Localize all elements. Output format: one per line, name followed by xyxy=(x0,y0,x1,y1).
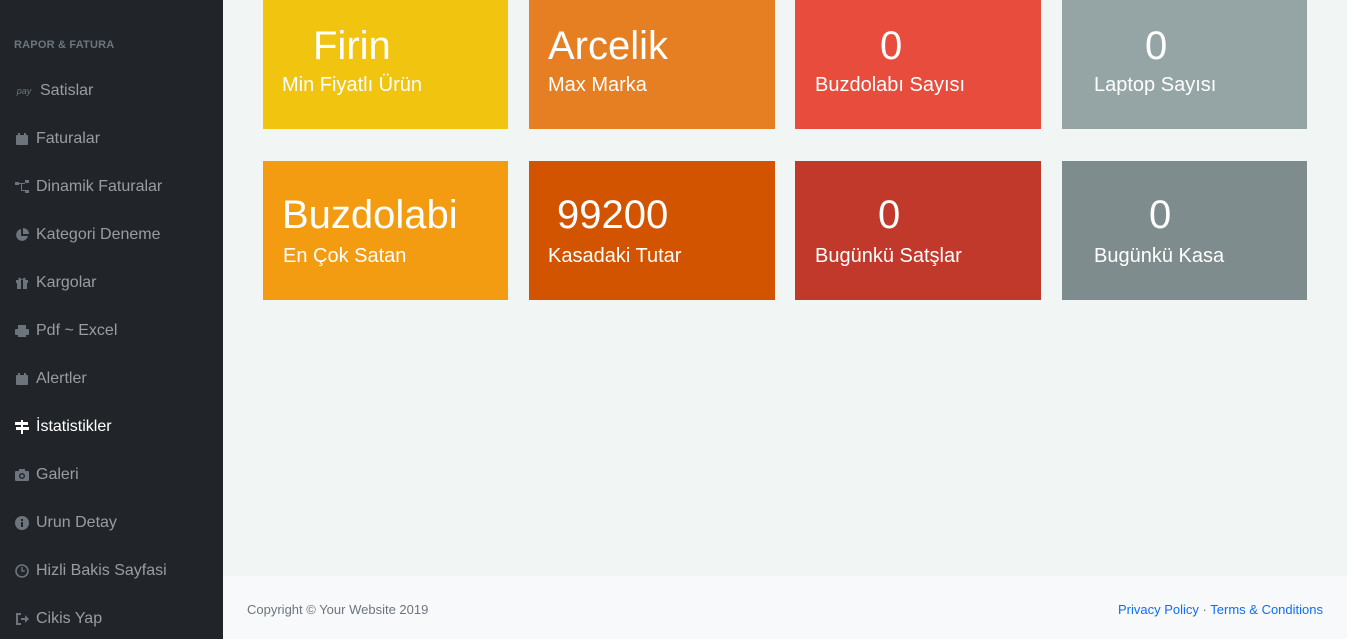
sidebar-item-label: İstatistikler xyxy=(36,418,112,435)
stat-card-buzdolabi-sayisi: 0 Buzdolabı Sayısı xyxy=(795,0,1041,129)
stat-label: Bugünkü Kasa xyxy=(1094,245,1225,267)
stat-label: Buzdolabı Sayısı xyxy=(815,74,966,96)
signs-icon xyxy=(14,419,30,435)
stat-card-en-cok-satan: Buzdolabi En Çok Satan xyxy=(263,161,508,300)
pie-chart-icon xyxy=(14,227,30,243)
sidebar-item-label: Dinamik Faturalar xyxy=(36,178,163,195)
stat-value: Firin xyxy=(313,24,391,68)
stat-value: 0 xyxy=(878,193,901,237)
sidebar-item-dinamik-faturalar[interactable]: Dinamik Faturalar xyxy=(0,167,223,207)
print-icon xyxy=(14,323,30,339)
sidebar-item-label: Kategori Deneme xyxy=(36,226,161,243)
sidebar-item-label: Hizli Bakis Sayfasi xyxy=(36,562,167,579)
stat-card-bugunku-satislar: 0 Bugünkü Satşlar xyxy=(795,161,1041,300)
stat-value: 0 xyxy=(880,24,903,68)
stat-label: En Çok Satan xyxy=(283,245,407,267)
sidebar: RAPOR & FATURA pay Satislar Faturalar Di… xyxy=(0,0,223,639)
sidebar-item-istatistikler[interactable]: İstatistikler xyxy=(0,407,223,447)
footer-links: Privacy Policy · Terms & Conditions xyxy=(1118,602,1323,617)
privacy-policy-link[interactable]: Privacy Policy xyxy=(1118,602,1199,617)
stat-value: 0 xyxy=(1145,24,1168,68)
sidebar-item-kategori-deneme[interactable]: Kategori Deneme xyxy=(0,215,223,255)
stat-label: Bugünkü Satşlar xyxy=(815,245,962,267)
stat-card-max-marka: Arcelik Max Marka xyxy=(529,0,775,129)
clock-icon xyxy=(14,563,30,579)
sidebar-item-hizli-bakis[interactable]: Hizli Bakis Sayfasi xyxy=(0,551,223,591)
sidebar-item-label: Kargolar xyxy=(36,274,97,291)
stat-card-bugunku-kasa: 0 Bugünkü Kasa xyxy=(1062,161,1307,300)
sidebar-item-faturalar[interactable]: Faturalar xyxy=(0,119,223,159)
sidebar-item-label: Urun Detay xyxy=(36,514,117,531)
sidebar-item-satislar[interactable]: pay Satislar xyxy=(0,71,223,111)
copyright-text: Copyright © Your Website 2019 xyxy=(247,602,429,617)
sidebar-item-galeri[interactable]: Galeri xyxy=(0,455,223,495)
camera-icon xyxy=(14,467,30,483)
amazon-pay-icon: pay xyxy=(16,86,32,96)
stat-value: 0 xyxy=(1149,193,1172,237)
stat-card-laptop-sayisi: 0 Laptop Sayısı xyxy=(1062,0,1307,129)
footer-separator: · xyxy=(1202,602,1207,617)
sidebar-item-label: Satislar xyxy=(40,82,94,99)
footer: Copyright © Your Website 2019 Privacy Po… xyxy=(223,576,1347,639)
stat-value: Buzdolabi xyxy=(282,193,458,237)
info-circle-icon xyxy=(14,515,30,531)
sidebar-item-label: Alertler xyxy=(36,370,87,387)
stat-label: Min Fiyatlı Ürün xyxy=(282,74,423,96)
sidebar-item-label: Cikis Yap xyxy=(36,610,103,627)
stat-value: 99200 xyxy=(557,193,669,237)
stat-label: Laptop Sayısı xyxy=(1094,74,1217,96)
calendar-icon xyxy=(14,131,30,147)
calendar-icon xyxy=(14,371,30,387)
sidebar-item-cikis-yap[interactable]: Cikis Yap xyxy=(0,599,223,639)
sidebar-item-label: Pdf ~ Excel xyxy=(36,322,118,339)
stat-card-min-fiyatli-urun: Firin Min Fiyatlı Ürün xyxy=(263,0,508,129)
sidebar-item-alertler[interactable]: Alertler xyxy=(0,359,223,399)
terms-conditions-link[interactable]: Terms & Conditions xyxy=(1210,602,1323,617)
sidebar-item-urun-detay[interactable]: Urun Detay xyxy=(0,503,223,543)
sidebar-item-kargolar[interactable]: Kargolar xyxy=(0,263,223,303)
stat-card-kasadaki-tutar: 99200 Kasadaki Tutar xyxy=(529,161,775,300)
gift-icon xyxy=(14,275,30,291)
stat-label: Kasadaki Tutar xyxy=(548,245,682,267)
stat-label: Max Marka xyxy=(548,74,647,96)
sidebar-item-label: Galeri xyxy=(36,466,79,483)
sign-out-icon xyxy=(14,611,30,627)
sidebar-item-pdf-excel[interactable]: Pdf ~ Excel xyxy=(0,311,223,351)
sidebar-heading: RAPOR & FATURA xyxy=(14,39,115,51)
sitemap-icon xyxy=(14,179,30,195)
stat-value: Arcelik xyxy=(548,24,669,68)
sidebar-item-label: Faturalar xyxy=(36,130,101,147)
